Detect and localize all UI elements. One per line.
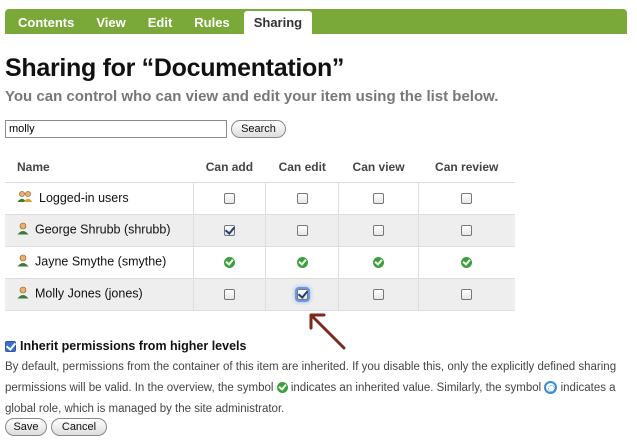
perm-cell[interactable]: [265, 214, 339, 247]
user-icon: [17, 254, 29, 270]
perm-cell[interactable]: [338, 214, 419, 247]
global-role-icon: [544, 381, 558, 395]
annotation-arrow-icon: [309, 313, 346, 350]
table-row: George Shrubb (shrubb): [5, 214, 515, 247]
can-add-checkbox[interactable]: [223, 289, 235, 301]
perm-cell[interactable]: [417, 278, 515, 311]
table-row: Logged-in users: [5, 182, 515, 215]
user-name: Molly Jones (jones): [35, 286, 143, 301]
perm-cell[interactable]: [192, 182, 266, 215]
user-name: Jayne Smythe (smythe): [35, 254, 167, 269]
table-row: Jayne Smythe (smythe): [5, 246, 515, 279]
can-view-checkbox[interactable]: [373, 225, 385, 237]
can-review-checkbox[interactable]: [461, 225, 473, 237]
user-name: Logged-in users: [39, 190, 129, 205]
name-cell: Molly Jones (jones): [5, 278, 193, 311]
help-text: By default, permissions from the contain…: [5, 357, 625, 420]
perm-cell[interactable]: [265, 182, 339, 215]
table-header-row: Name Can add Can edit Can view Can revie…: [5, 152, 515, 183]
user-icon: [17, 222, 29, 238]
tab-view[interactable]: View: [86, 11, 135, 34]
inherited-check-icon: [223, 257, 235, 269]
content-tabs: Contents View Edit Rules Sharing: [5, 9, 627, 34]
inherited-check-icon: [276, 382, 288, 394]
perm-cell[interactable]: [192, 214, 266, 247]
perm-cell: [338, 246, 419, 279]
cancel-button[interactable]: Cancel: [51, 418, 107, 436]
can-edit-checkbox[interactable]: [296, 193, 308, 205]
search-input[interactable]: [5, 120, 227, 138]
can-review-checkbox[interactable]: [461, 193, 473, 205]
save-button[interactable]: Save: [5, 418, 47, 436]
inherited-check-icon: [461, 257, 473, 269]
perm-cell[interactable]: [338, 182, 419, 215]
tab-sharing[interactable]: Sharing: [243, 11, 313, 34]
tab-edit[interactable]: Edit: [138, 11, 183, 34]
inherited-check-icon: [373, 257, 385, 269]
header-can-view: Can view: [338, 152, 419, 183]
perm-cell: [417, 246, 515, 279]
name-cell: Jayne Smythe (smythe): [5, 246, 193, 279]
inherited-check-icon: [296, 257, 308, 269]
header-name: Name: [5, 152, 193, 183]
can-add-checkbox[interactable]: [223, 193, 235, 205]
page-title: Sharing for “Documentation”: [5, 54, 345, 82]
name-cell: Logged-in users: [5, 182, 193, 215]
page-description: You can control who can view and edit yo…: [5, 88, 499, 105]
help-text-part: indicates an inherited value. Similarly,…: [287, 382, 545, 394]
perm-cell[interactable]: [192, 278, 266, 311]
perm-cell[interactable]: [338, 278, 419, 311]
perm-cell[interactable]: [417, 182, 515, 215]
inherit-label: Inherit permissions from higher levels: [20, 339, 247, 353]
user-icon: [17, 286, 29, 302]
header-can-edit: Can edit: [265, 152, 339, 183]
can-view-checkbox[interactable]: [373, 289, 385, 301]
inherit-checkbox[interactable]: [5, 340, 16, 352]
perm-cell[interactable]: [417, 214, 515, 247]
tab-rules[interactable]: Rules: [184, 11, 239, 34]
inherit-permissions-row[interactable]: Inherit permissions from higher levels: [5, 339, 246, 353]
can-add-checkbox[interactable]: [223, 225, 235, 237]
name-cell: George Shrubb (shrubb): [5, 214, 193, 247]
table-row: Molly Jones (jones): [5, 278, 515, 311]
header-can-review: Can review: [418, 152, 515, 183]
header-can-add: Can add: [193, 152, 266, 183]
sharing-table: Name Can add Can edit Can view Can revie…: [5, 152, 515, 311]
can-edit-checkbox[interactable]: [296, 289, 308, 301]
can-review-checkbox[interactable]: [461, 289, 473, 301]
perm-cell: [265, 246, 339, 279]
tab-contents[interactable]: Contents: [8, 11, 84, 34]
perm-cell[interactable]: [265, 278, 339, 311]
group-icon: [17, 190, 33, 207]
user-name: George Shrubb (shrubb): [35, 222, 171, 237]
can-edit-checkbox[interactable]: [296, 225, 308, 237]
can-view-checkbox[interactable]: [373, 193, 385, 205]
search-button[interactable]: Search: [231, 120, 286, 138]
perm-cell: [192, 246, 266, 279]
